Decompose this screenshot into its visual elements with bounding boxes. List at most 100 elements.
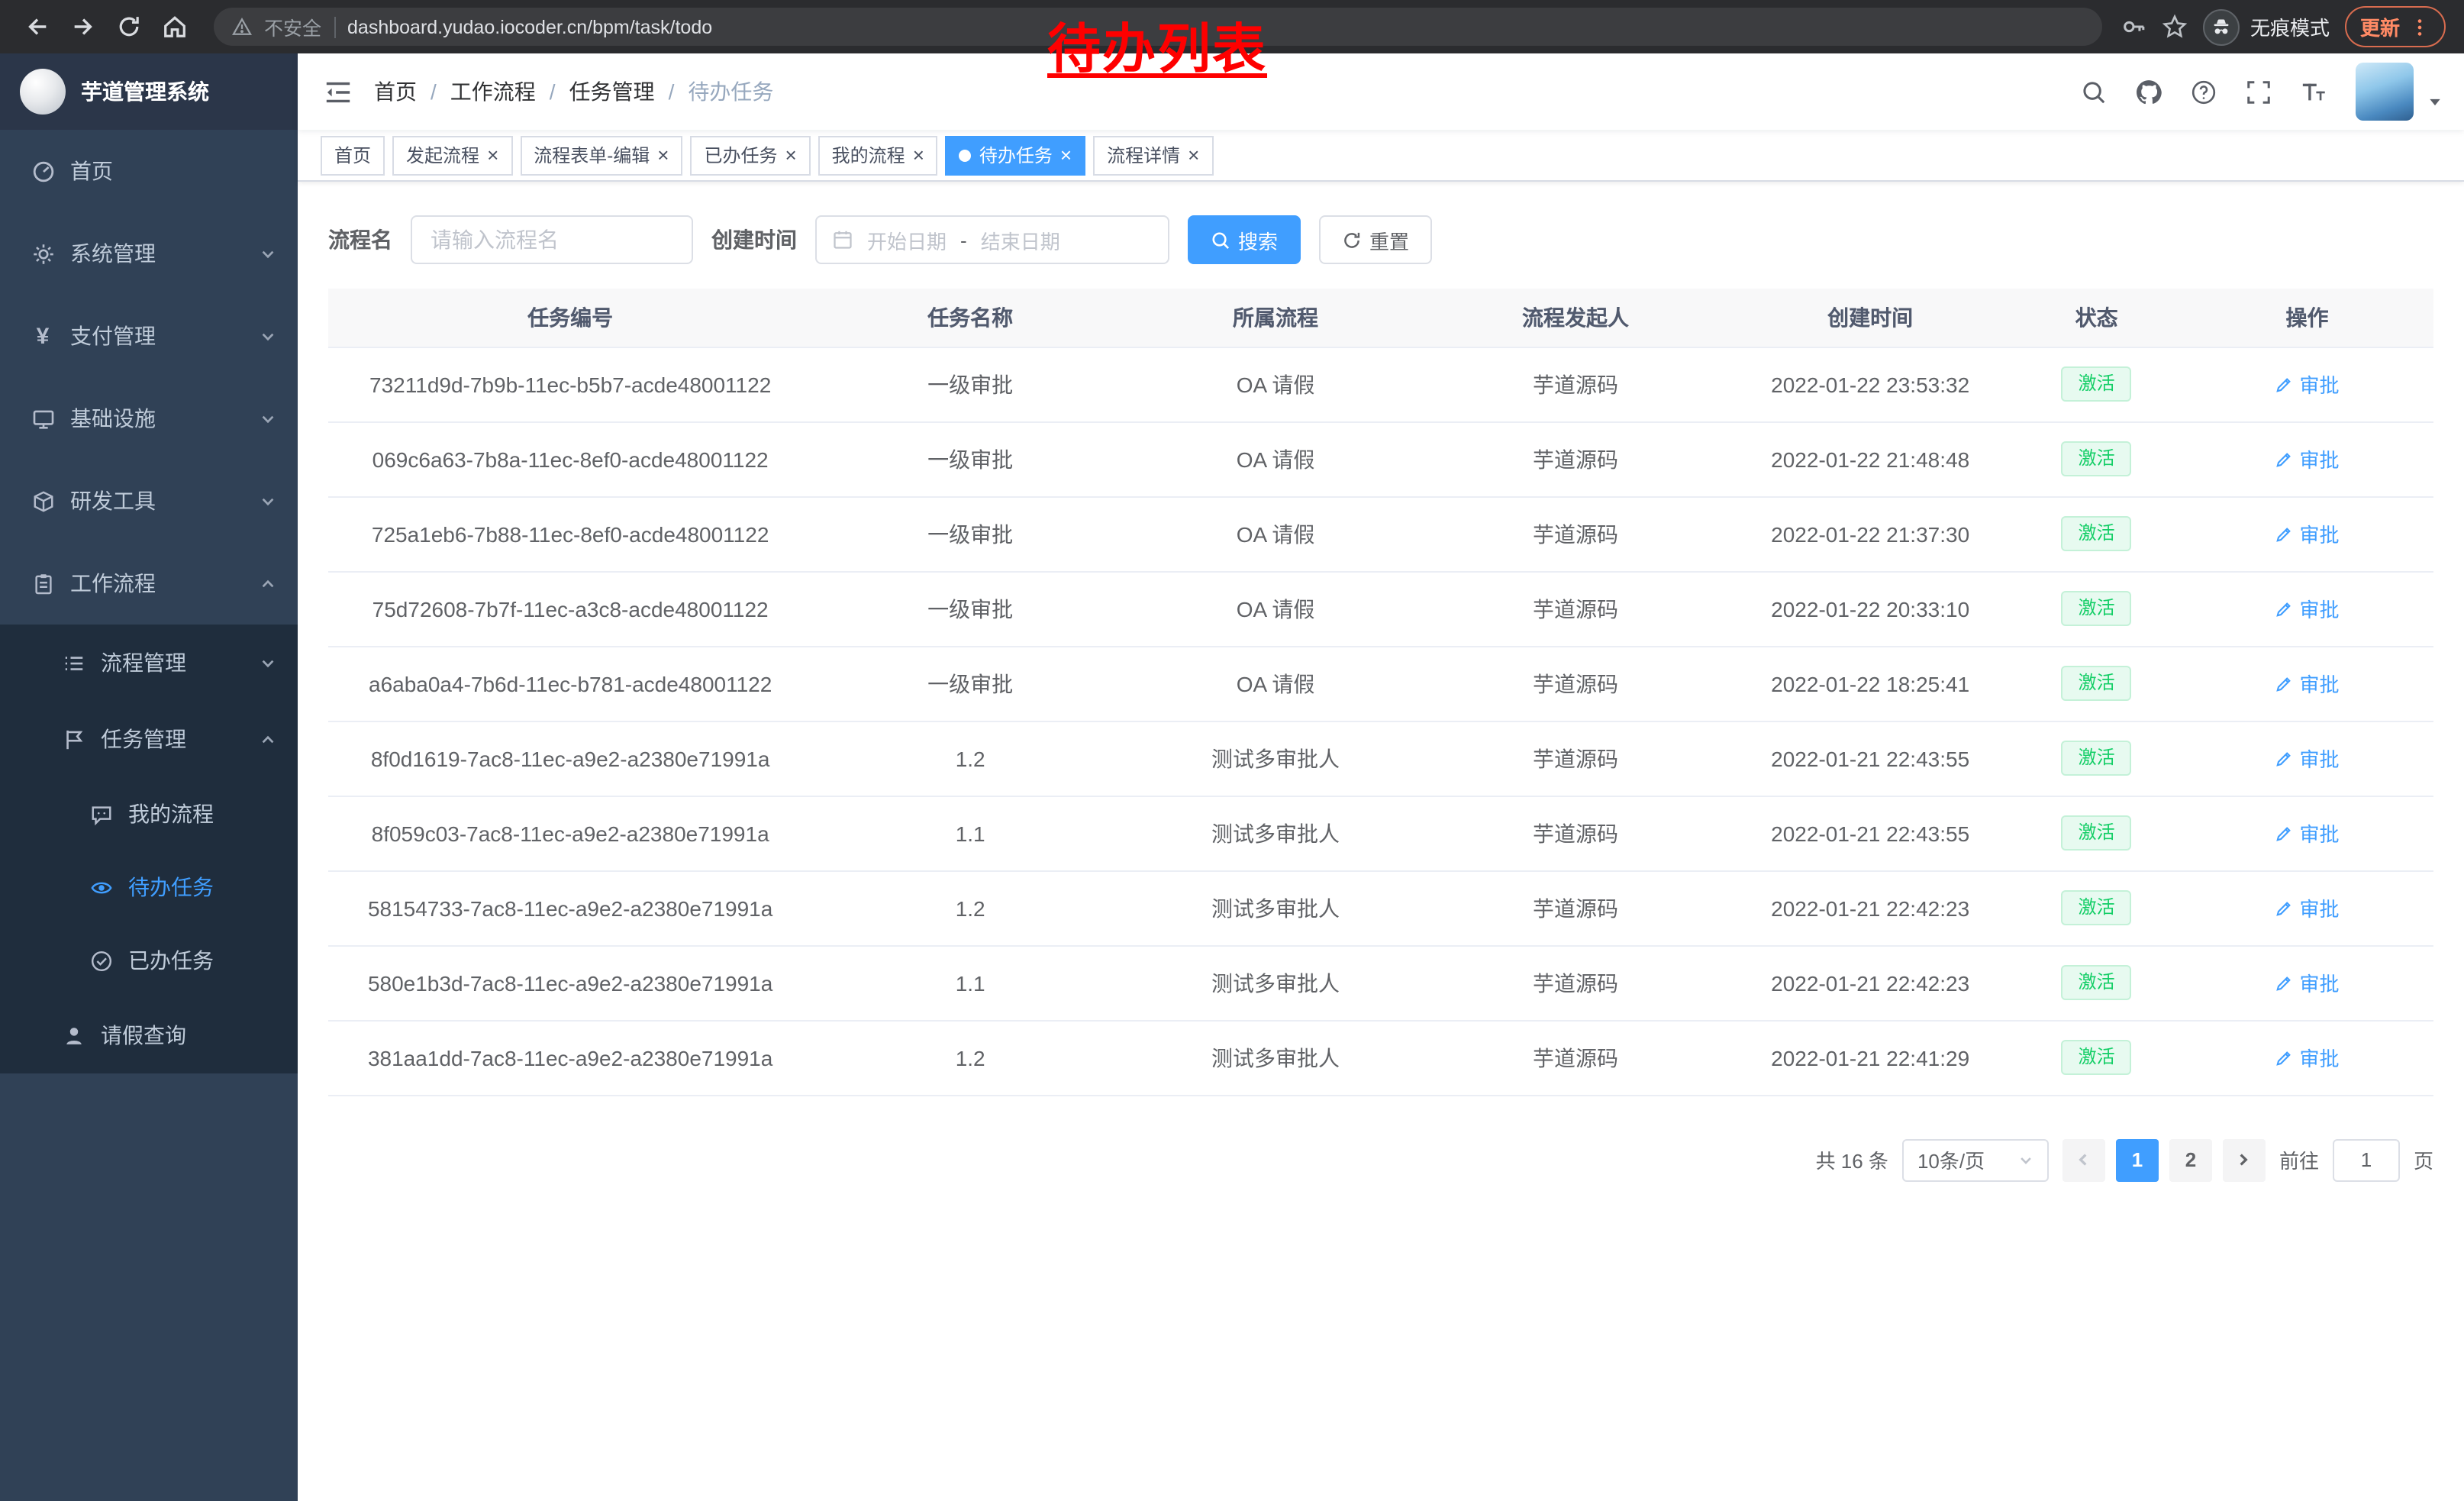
reset-button[interactable]: 重置 (1319, 215, 1432, 264)
cell-initiator: 芋道源码 (1423, 571, 1728, 646)
tab-label: 首页 (334, 142, 371, 168)
chevron-down-icon[interactable] (2427, 95, 2443, 110)
sidebar-item-my-process[interactable]: 我的流程 (0, 777, 298, 851)
close-icon[interactable]: × (487, 145, 498, 165)
chevron-down-icon (260, 245, 276, 262)
tab-my-process[interactable]: 我的流程× (818, 135, 938, 175)
edit-icon (2275, 450, 2293, 468)
home-icon[interactable] (153, 5, 195, 48)
sidebar-item-done-tasks[interactable]: 已办任务 (0, 924, 298, 997)
tab-start-process[interactable]: 发起流程× (392, 135, 512, 175)
page-size-value: 10条/页 (1917, 1145, 1985, 1174)
star-icon[interactable] (2162, 14, 2188, 40)
sidebar-item-devtools[interactable]: 研发工具 (0, 460, 298, 542)
github-icon[interactable] (2124, 66, 2172, 118)
close-icon[interactable]: × (1060, 145, 1072, 165)
update-label: 更新 (2360, 12, 2400, 41)
key-icon[interactable] (2121, 14, 2146, 40)
breadcrumb-task-mgmt[interactable]: 任务管理 (569, 76, 655, 107)
start-date-placeholder[interactable]: 开始日期 (867, 225, 947, 254)
close-icon[interactable]: × (1188, 145, 1199, 165)
approve-button[interactable]: 审批 (2275, 893, 2339, 922)
avatar[interactable] (2356, 63, 2414, 121)
tab-form-edit[interactable]: 流程表单-编辑× (520, 135, 682, 175)
sidebar-item-workflow[interactable]: 工作流程 (0, 542, 298, 625)
sidebar-item-leave-query[interactable]: 请假查询 (0, 997, 298, 1073)
approve-button[interactable]: 审批 (2275, 519, 2339, 548)
chevron-down-icon (260, 492, 276, 509)
page-button-2[interactable]: 2 (2169, 1138, 2212, 1181)
url-text[interactable]: dashboard.yudao.iocoder.cn/bpm/task/todo (347, 16, 712, 37)
close-icon[interactable]: × (785, 145, 796, 165)
sidebar-item-process-mgmt[interactable]: 流程管理 (0, 625, 298, 701)
help-icon[interactable] (2179, 66, 2227, 118)
breadcrumb-separator: / (431, 79, 437, 104)
sidebar-collapse-icon[interactable] (310, 64, 365, 119)
date-range-picker[interactable]: 开始日期 - 结束日期 (815, 215, 1169, 264)
tab-todo-tasks[interactable]: 待办任务× (946, 135, 1085, 175)
page-size-select[interactable]: 10条/页 (1902, 1138, 2049, 1181)
approve-button[interactable]: 审批 (2275, 370, 2339, 399)
cell-initiator: 芋道源码 (1423, 721, 1728, 796)
forward-icon[interactable] (61, 5, 104, 48)
tab-process-detail[interactable]: 流程详情 × (1093, 135, 1213, 175)
cell-process: 测试多审批人 (1128, 721, 1423, 796)
top-navbar: 首页 / 工作流程 / 任务管理 / 待办任务 (298, 53, 2464, 130)
back-icon[interactable] (15, 5, 58, 48)
search-icon[interactable] (2069, 66, 2117, 118)
approve-button[interactable]: 审批 (2275, 444, 2339, 473)
breadcrumb: 首页 / 工作流程 / 任务管理 / 待办任务 (374, 76, 773, 107)
sidebar-item-task-mgmt[interactable]: 任务管理 (0, 701, 298, 777)
cell-initiator: 芋道源码 (1423, 496, 1728, 571)
table-row: 069c6a63-7b8a-11ec-8ef0-acde48001122 一级审… (328, 421, 2433, 496)
breadcrumb-workflow[interactable]: 工作流程 (450, 76, 536, 107)
calendar-icon (832, 229, 853, 250)
sidebar-item-home[interactable]: 首页 (0, 130, 298, 212)
tab-done-tasks[interactable]: 已办任务× (690, 135, 810, 175)
cell-task-id: 381aa1dd-7ac8-11ec-a9e2-a2380e71991a (328, 1020, 812, 1095)
goto-page-input[interactable] (2333, 1138, 2400, 1181)
end-date-placeholder[interactable]: 结束日期 (981, 225, 1060, 254)
next-page-button[interactable] (2223, 1138, 2266, 1181)
edit-icon (2275, 1048, 2293, 1067)
close-icon[interactable]: × (657, 145, 669, 165)
check-circle-icon (89, 948, 113, 973)
security-label[interactable]: 不安全 (264, 12, 321, 41)
chevron-left-icon (2075, 1151, 2092, 1168)
col-create-time: 创建时间 (1728, 289, 2012, 347)
cell-create-time: 2022-01-21 22:41:29 (1728, 1020, 2012, 1095)
page-button-1[interactable]: 1 (2116, 1138, 2159, 1181)
close-icon[interactable]: × (913, 145, 924, 165)
font-size-icon[interactable] (2288, 66, 2337, 118)
cell-process: 测试多审批人 (1128, 870, 1423, 945)
approve-button[interactable]: 审批 (2275, 594, 2339, 623)
sidebar-item-infra[interactable]: 基础设施 (0, 377, 298, 460)
tab-home[interactable]: 首页 (321, 135, 385, 175)
sidebar-item-system[interactable]: 系统管理 (0, 212, 298, 295)
reload-icon[interactable] (107, 5, 150, 48)
sidebar-item-label: 请假查询 (101, 1020, 186, 1051)
incognito-chip[interactable]: 无痕模式 (2203, 8, 2330, 45)
breadcrumb-home[interactable]: 首页 (374, 76, 417, 107)
fullscreen-icon[interactable] (2233, 66, 2282, 118)
search-button[interactable]: 搜索 (1188, 215, 1301, 264)
chevron-down-icon (260, 328, 276, 344)
app-logo[interactable]: 芋道管理系统 (0, 53, 298, 130)
dashboard-icon (31, 159, 55, 183)
sidebar-item-payment[interactable]: ¥ 支付管理 (0, 295, 298, 377)
approve-button[interactable]: 审批 (2275, 968, 2339, 997)
approve-button[interactable]: 审批 (2275, 818, 2339, 847)
chat-icon (89, 802, 113, 826)
approve-button[interactable]: 审批 (2275, 1043, 2339, 1072)
tab-label: 流程详情 (1107, 142, 1180, 168)
process-name-input[interactable] (411, 215, 693, 264)
sidebar-item-label: 我的流程 (128, 799, 214, 829)
prev-page-button[interactable] (2062, 1138, 2105, 1181)
cell-actions: 审批 (2181, 571, 2433, 646)
chevron-down-icon (260, 410, 276, 427)
app-title: 芋道管理系统 (81, 76, 209, 107)
update-button[interactable]: 更新 (2345, 6, 2446, 47)
approve-button[interactable]: 审批 (2275, 669, 2339, 698)
sidebar-item-todo-tasks[interactable]: 待办任务 (0, 851, 298, 924)
approve-button[interactable]: 审批 (2275, 744, 2339, 773)
